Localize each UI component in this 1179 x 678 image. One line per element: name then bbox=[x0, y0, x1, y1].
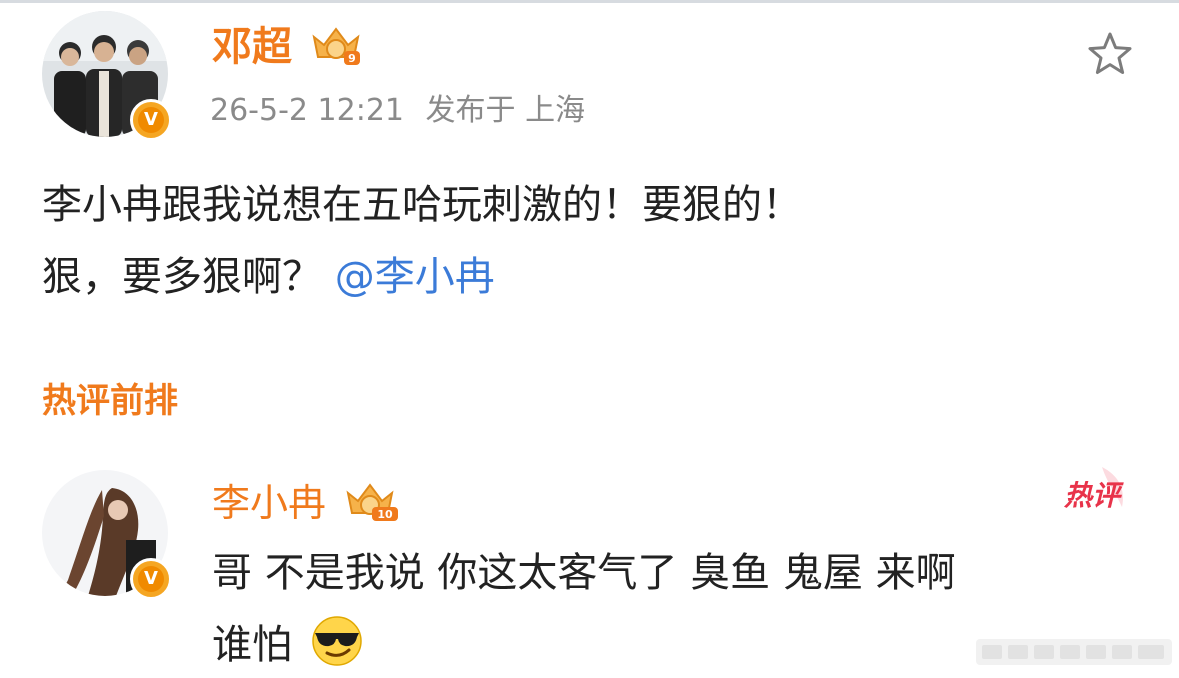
weibo-post-card: V 邓超 9 26-5-2 12:21 发布于 上海 李小冉跟我说想在五哈玩刺激… bbox=[0, 0, 1179, 678]
verified-badge-icon: V bbox=[130, 99, 172, 141]
comment-member-level-badge-icon: 10 bbox=[342, 479, 400, 527]
star-outline-icon bbox=[1088, 32, 1132, 74]
favorite-button[interactable] bbox=[1086, 31, 1134, 81]
comment-verified-mark: V bbox=[138, 566, 164, 592]
verified-mark: V bbox=[138, 107, 164, 133]
comment-member-level-number: 10 bbox=[377, 508, 393, 521]
member-level-number: 9 bbox=[348, 52, 356, 65]
watermark-blur bbox=[976, 639, 1172, 665]
comment-author-name[interactable]: 李小冉 bbox=[212, 483, 326, 523]
comment-text-line-1: 哥 不是我说 你这太客气了 臭鱼 鬼屋 来啊 bbox=[212, 550, 956, 596]
post-location: 发布于 上海 bbox=[425, 93, 586, 128]
post-text-line-2-prefix: 狠，要多狠啊？ bbox=[42, 254, 322, 300]
sunglasses-smirk-emoji-icon bbox=[309, 615, 365, 678]
hot-comments-title: 热评前排 bbox=[42, 381, 178, 421]
author-name[interactable]: 邓超 bbox=[212, 27, 292, 67]
hot-comment-tag-label: 热评 bbox=[1063, 479, 1124, 512]
hot-comment-tag: 热评 bbox=[1062, 465, 1136, 519]
comment-verified-badge-icon: V bbox=[130, 558, 172, 600]
post-text-line-2: 狠，要多狠啊？ @李小冉 bbox=[42, 252, 495, 302]
comment-text-line-2: 谁怕 bbox=[212, 615, 365, 678]
post-timestamp: 26-5-2 12:21 bbox=[210, 93, 404, 128]
member-level-badge-icon: 9 bbox=[308, 23, 364, 71]
mention-link[interactable]: @李小冉 bbox=[335, 254, 495, 300]
comment-text-line-2-content: 谁怕 bbox=[212, 622, 292, 668]
post-meta: 26-5-2 12:21 发布于 上海 bbox=[210, 93, 597, 129]
post-text-line-1: 李小冉跟我说想在五哈玩刺激的！要狠的！ bbox=[42, 182, 802, 228]
